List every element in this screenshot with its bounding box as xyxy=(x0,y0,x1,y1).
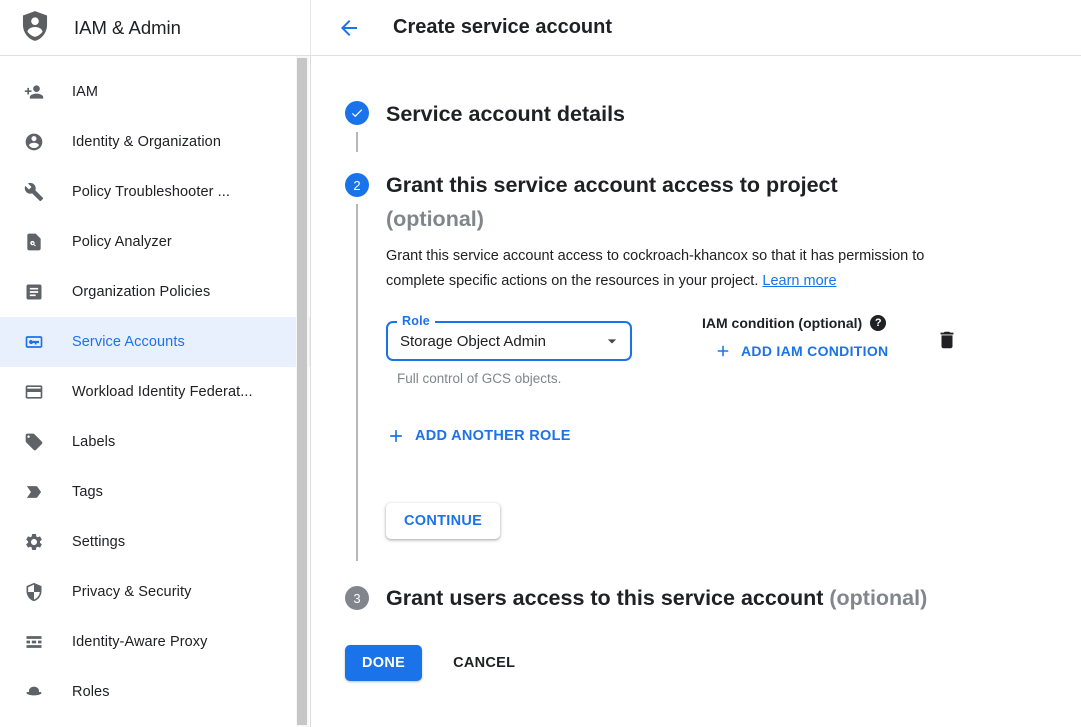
sidebar-item-label: Labels xyxy=(72,434,115,450)
page-title: Create service account xyxy=(393,16,612,39)
sidebar-item-label: Privacy & Security xyxy=(72,584,191,600)
role-row: Role Storage Object Admin Full control o… xyxy=(386,321,1051,386)
trash-icon xyxy=(936,329,958,351)
step-grant-users-access: 3 Grant users access to this service acc… xyxy=(345,585,1051,611)
done-button[interactable]: DONE xyxy=(345,645,422,681)
description-text: Grant this service account access to coc… xyxy=(386,248,924,289)
card-icon xyxy=(24,382,44,402)
sidebar-item-label: IAM xyxy=(72,84,98,100)
sidebar-item-label: Workload Identity Federat... xyxy=(72,384,253,400)
chevron-down-icon xyxy=(602,331,622,351)
step2-description: Grant this service account access to coc… xyxy=(386,244,982,294)
step-service-account-details: Service account details xyxy=(345,101,1051,152)
sidebar-item-roles[interactable]: Roles xyxy=(0,667,310,717)
top-bar: IAM & Admin Create service account xyxy=(0,0,1081,56)
sidebar-item-iam[interactable]: IAM xyxy=(0,67,310,117)
iam-condition-column: IAM condition (optional) ? ADD IAM CONDI… xyxy=(702,315,888,360)
step1-title: Service account details xyxy=(386,101,1051,127)
step2-title-block: Grant this service account access to pro… xyxy=(386,168,1051,236)
sidebar-item-label: Policy Analyzer xyxy=(72,234,172,250)
add-another-role-button[interactable]: ADD ANOTHER ROLE xyxy=(386,426,1051,446)
role-field-label: Role xyxy=(397,314,435,328)
wrench-icon xyxy=(24,182,44,202)
sidebar-item-label: Settings xyxy=(72,534,125,550)
hat-icon xyxy=(24,682,44,702)
step2-title: Grant this service account access to pro… xyxy=(386,173,838,197)
step3-number-badge: 3 xyxy=(345,586,369,610)
step3-title: Grant users access to this service accou… xyxy=(386,586,823,610)
sidebar-item-label: Policy Troubleshooter ... xyxy=(72,184,230,200)
sidebar-scrollbar-thumb[interactable] xyxy=(297,58,307,725)
iam-shield-logo-icon xyxy=(18,9,52,47)
gear-icon xyxy=(24,532,44,552)
step1-rail xyxy=(345,101,369,152)
delete-role-button[interactable] xyxy=(936,329,958,354)
step2-rail: 2 xyxy=(345,168,369,561)
tag-icon xyxy=(24,432,44,452)
sidebar-item-workload-identity-federation[interactable]: Workload Identity Federat... xyxy=(0,367,310,417)
label-arrow-icon xyxy=(24,482,44,502)
cancel-button[interactable]: CANCEL xyxy=(453,655,515,671)
back-arrow-icon[interactable] xyxy=(337,16,361,40)
step3-rail: 3 xyxy=(345,586,369,610)
step3-title-block: Grant users access to this service accou… xyxy=(386,585,927,611)
sidebar-item-tags[interactable]: Tags xyxy=(0,467,310,517)
plus-icon xyxy=(714,342,732,360)
sidebar-item-label: Service Accounts xyxy=(72,334,185,350)
sidebar-item-labels[interactable]: Labels xyxy=(0,417,310,467)
step2-optional-label: (optional) xyxy=(386,207,484,231)
add-iam-condition-label: ADD IAM CONDITION xyxy=(741,343,888,359)
product-header: IAM & Admin xyxy=(0,0,311,56)
role-select[interactable]: Role Storage Object Admin xyxy=(386,321,632,361)
create-service-account-form: Service account details 2 Grant this ser… xyxy=(311,56,1081,727)
product-title: IAM & Admin xyxy=(74,17,181,39)
help-icon[interactable]: ? xyxy=(870,315,886,331)
service-account-badge-icon xyxy=(24,332,44,352)
step-grant-access-to-project: 2 Grant this service account access to p… xyxy=(345,168,1051,561)
form-actions: DONE CANCEL xyxy=(345,645,1051,681)
grid-rows-icon xyxy=(24,632,44,652)
sidebar-item-label: Tags xyxy=(72,484,103,500)
step3-optional-label: (optional) xyxy=(829,586,927,610)
document-search-icon xyxy=(24,232,44,252)
iam-condition-label: IAM condition (optional) xyxy=(702,315,862,331)
shield-half-icon xyxy=(24,582,44,602)
continue-button[interactable]: CONTINUE xyxy=(386,503,500,539)
sidebar-item-policy-analyzer[interactable]: Policy Analyzer xyxy=(0,217,310,267)
sidebar-item-service-accounts[interactable]: Service Accounts xyxy=(0,317,310,367)
sidebar-item-identity-aware-proxy[interactable]: Identity-Aware Proxy xyxy=(0,617,310,667)
sidebar-item-settings[interactable]: Settings xyxy=(0,517,310,567)
sidebar-item-organization-policies[interactable]: Organization Policies xyxy=(0,267,310,317)
learn-more-link[interactable]: Learn more xyxy=(762,273,836,289)
person-add-icon xyxy=(24,82,44,102)
step-connector-line xyxy=(356,204,358,561)
sidebar-item-label: Roles xyxy=(72,684,110,700)
step2-number-badge: 2 xyxy=(345,173,369,197)
add-another-role-label: ADD ANOTHER ROLE xyxy=(415,428,571,444)
plus-icon xyxy=(386,426,406,446)
add-iam-condition-button[interactable]: ADD IAM CONDITION xyxy=(714,342,888,360)
step1-completed-check-icon xyxy=(345,101,369,125)
step-connector-line xyxy=(356,132,358,152)
page-header: Create service account xyxy=(311,0,1081,56)
sidebar-item-label: Identity-Aware Proxy xyxy=(72,634,208,650)
role-helper-text: Full control of GCS objects. xyxy=(386,371,636,386)
sidebar-item-identity-organization[interactable]: Identity & Organization xyxy=(0,117,310,167)
article-icon xyxy=(24,282,44,302)
account-circle-icon xyxy=(24,132,44,152)
iam-admin-sidebar: IAM Identity & Organization Policy Troub… xyxy=(0,56,311,727)
sidebar-item-policy-troubleshooter[interactable]: Policy Troubleshooter ... xyxy=(0,167,310,217)
sidebar-item-label: Identity & Organization xyxy=(72,134,221,150)
role-selected-value: Storage Object Admin xyxy=(400,333,602,350)
sidebar-item-privacy-security[interactable]: Privacy & Security xyxy=(0,567,310,617)
sidebar-item-label: Organization Policies xyxy=(72,284,210,300)
